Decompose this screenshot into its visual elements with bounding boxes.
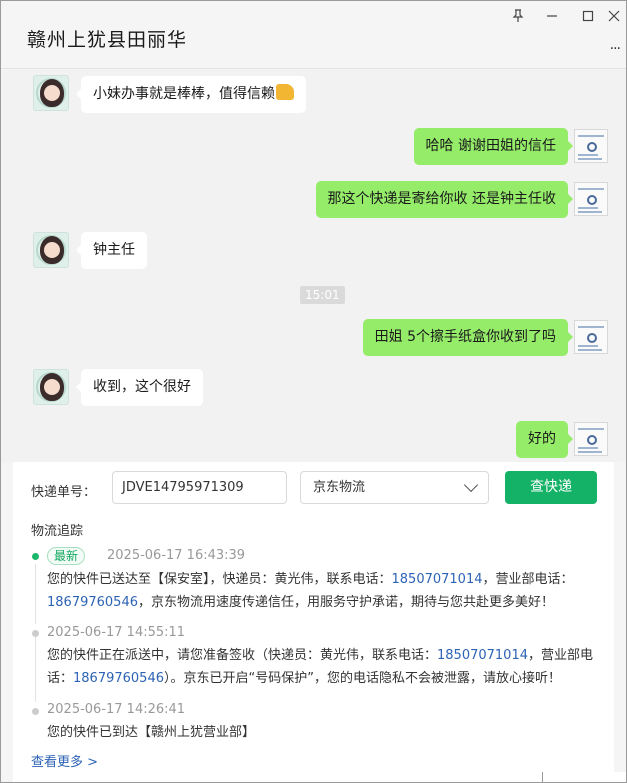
message-bubble-right[interactable]: 哈哈 谢谢田姐的信任 [413,128,574,165]
event-text: 您的快件正在派送中，请您准备签收（快递员：黄光伟，联系电话： [47,648,438,663]
contact-avatar[interactable] [33,75,69,111]
my-avatar[interactable] [574,422,608,456]
contact-avatar[interactable] [33,369,69,405]
message-text: 好的 [528,431,556,447]
my-avatar[interactable] [574,320,608,354]
latest-badge: 最新 [47,547,86,565]
minimize-icon[interactable] [542,9,562,29]
timeline-dot [32,630,39,637]
my-avatar[interactable] [574,182,608,216]
event-detail: 您的快件正在派送中，请您准备签收（快递员：黄光伟，联系电话：1850707101… [47,644,603,690]
tracking-section-title: 物流追踪 [31,524,84,539]
message-text: 小妹办事就是棒棒，值得信赖 [93,86,275,102]
chat-window: 赣州上犹县田丽华 ... 小妹办事就是棒棒，值得信赖 哈哈 谢谢田姐的信任 那这… [0,0,627,783]
message-text: 哈哈 谢谢田姐的信任 [425,138,556,154]
message-bubble-left[interactable]: 钟主任 [76,232,147,269]
more-options-icon[interactable]: ... [610,37,621,53]
event-text: ）。京东已开启“号码保护”，您的电话隐私不会被泄露，请放心接听！ [164,671,561,686]
my-avatar[interactable] [574,129,608,163]
message-bubble-right[interactable]: 那这个快递是寄给你收 还是钟主任收 [315,181,574,218]
pin-icon[interactable] [508,9,528,29]
query-tracking-button[interactable]: 查快递 [505,471,597,504]
contact-avatar[interactable] [33,232,69,268]
event-time: 2025-06-17 14:26:41 [47,702,186,717]
close-icon[interactable] [604,9,624,29]
tracking-card: 快递单号： JDVE14795971309 京东物流 查快递 物流追踪 最新 2… [13,462,614,782]
window-header: 赣州上犹县田丽华 ... [1,1,626,69]
message-bubble-right[interactable]: 田姐 5个擦手纸盒你收到了吗 [362,319,574,356]
event-time: 2025-06-17 14:55:11 [47,625,186,640]
tracking-number-input[interactable]: JDVE14795971309 [112,471,287,504]
event-text: 您的快件已到达【赣州上犹营业部】 [47,725,256,740]
phone-link[interactable]: 18507071014 [437,648,528,663]
thumbs-up-icon [276,84,294,100]
chevron-down-icon [463,477,479,493]
message-text: 那这个快递是寄给你收 还是钟主任收 [327,191,556,207]
carrier-select-value: 京东物流 [313,480,366,495]
event-detail: 您的快件已到达【赣州上犹营业部】 [47,721,603,744]
timeline-dot [32,708,39,715]
event-text: ，营业部电话： [482,572,574,587]
message-bubble-left[interactable]: 小妹办事就是棒棒，值得信赖 [76,76,306,113]
event-text: 您的快件已送达至【保安室】，快递员：黄光伟，联系电话： [47,572,392,587]
message-bubble-right[interactable]: 好的 [516,421,573,458]
message-list[interactable]: 小妹办事就是棒棒，值得信赖 哈哈 谢谢田姐的信任 那这个快递是寄给你收 还是钟主… [1,70,626,462]
see-more-link[interactable]: 查看更多 > [31,751,98,770]
tracking-number-label: 快递单号： [31,485,97,500]
message-text: 收到，这个很好 [93,379,191,395]
carrier-select[interactable]: 京东物流 [300,471,489,504]
message-text: 田姐 5个擦手纸盒你收到了吗 [374,329,556,345]
event-text: ，京东物流用速度传递信任，用服务守护承诺，期待与您共赴更多美好！ [137,595,554,610]
chat-title: 赣州上犹县田丽华 [27,29,188,51]
timeline-dot-active [32,553,39,560]
phone-link[interactable]: 18679760546 [47,595,138,610]
message-text: 钟主任 [93,242,135,258]
event-detail: 您的快件已送达至【保安室】，快递员：黄光伟，联系电话：18507071014，营… [47,568,603,614]
message-bubble-left[interactable]: 收到，这个很好 [76,369,203,406]
phone-link[interactable]: 18679760546 [73,671,164,686]
event-time: 2025-06-17 16:43:39 [107,548,246,563]
maximize-icon[interactable] [578,9,598,29]
time-divider: 15:01 [300,286,345,304]
resize-grip[interactable] [542,772,626,782]
phone-link[interactable]: 18507071014 [392,572,483,587]
